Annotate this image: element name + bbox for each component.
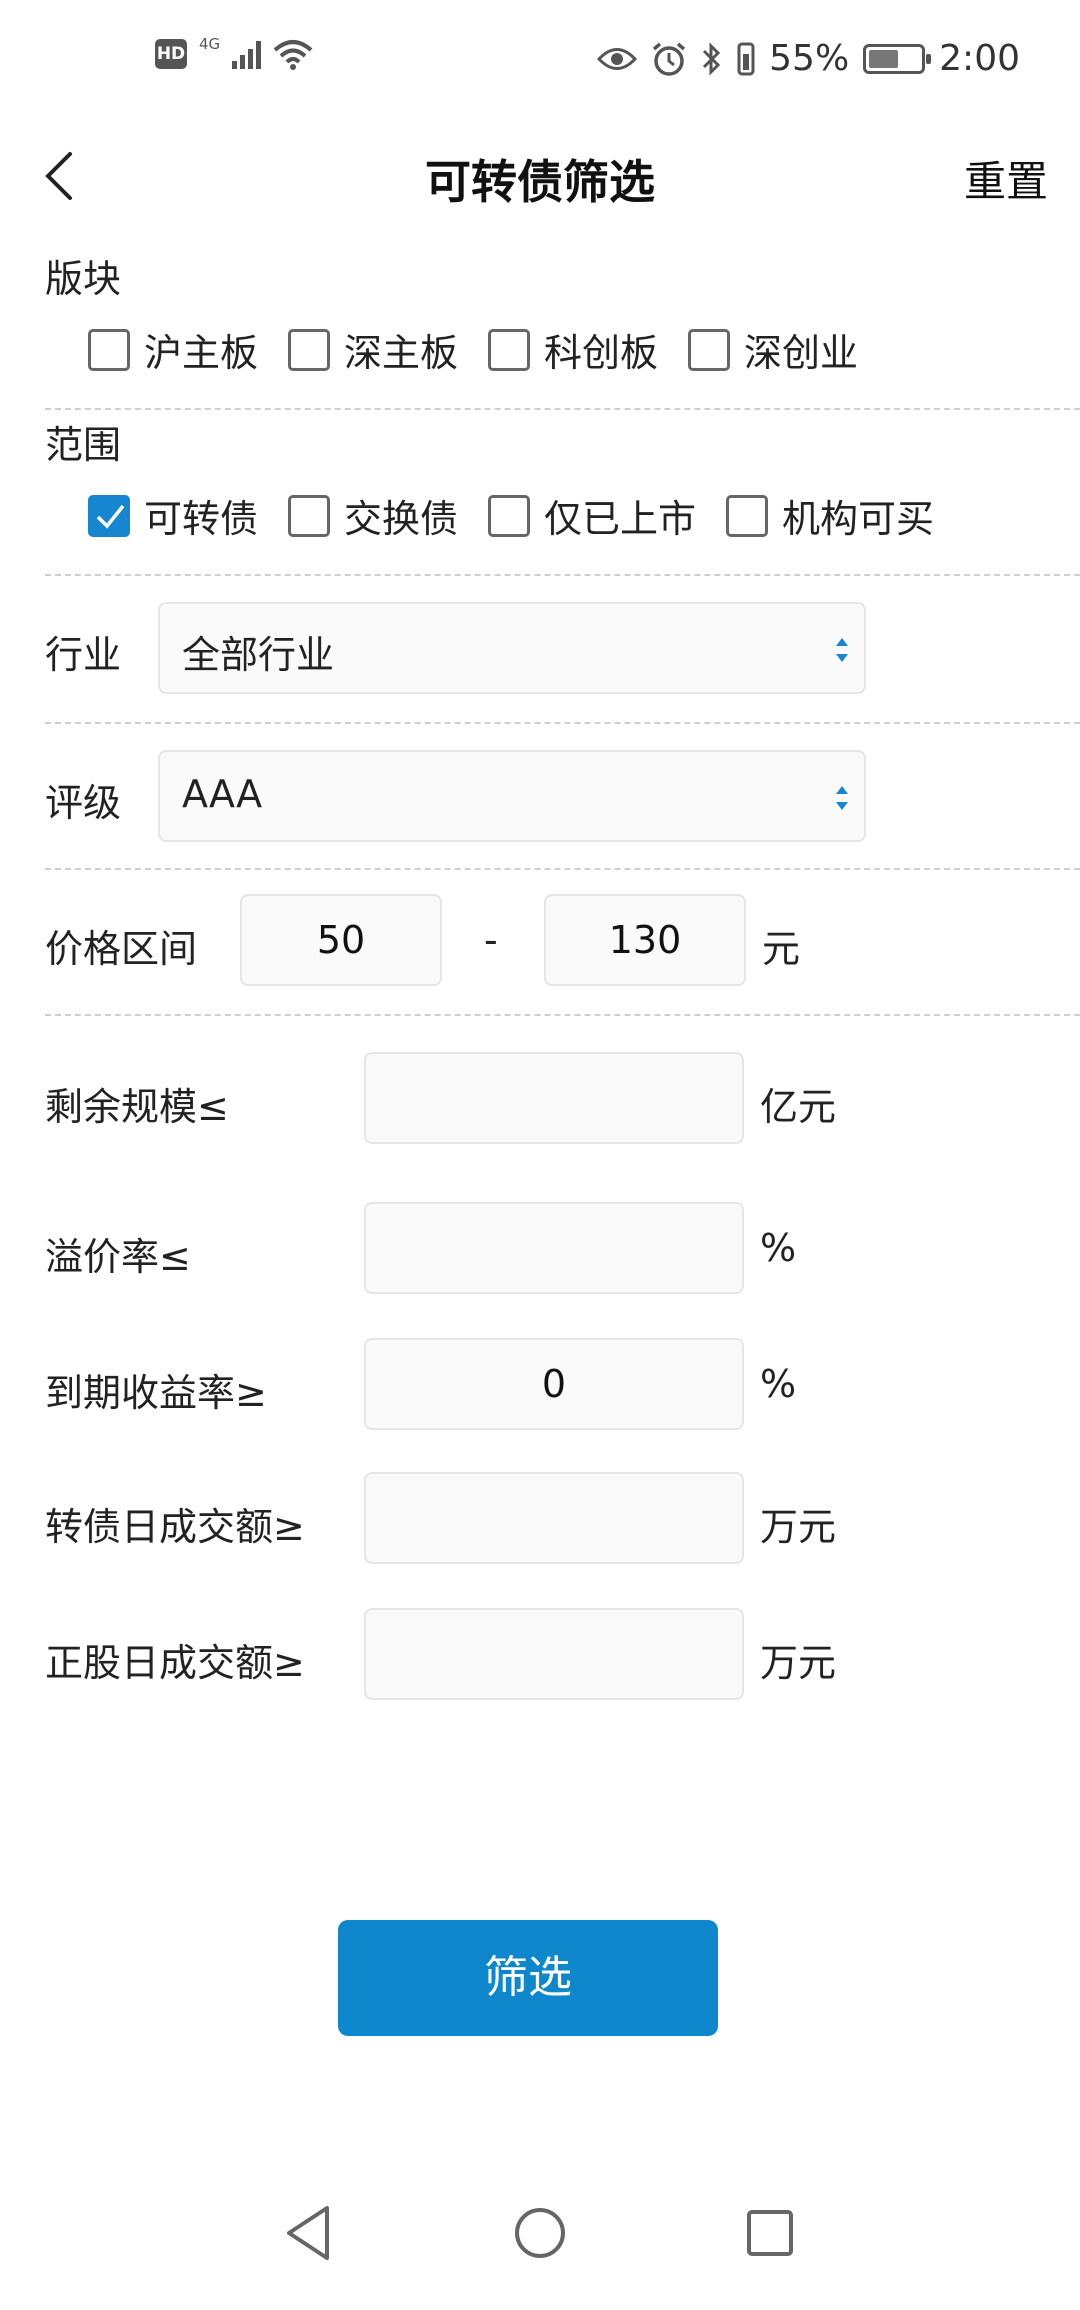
industry-select[interactable]: 全部行业 [158, 602, 866, 694]
sector-options: 沪主板 深主板 科创板 深创业 [88, 322, 858, 377]
option-label: 深创业 [744, 331, 859, 375]
battery-icon [863, 43, 932, 74]
option-label: 可转债 [144, 497, 259, 541]
scope-option-listed-only[interactable]: 仅已上市 [488, 488, 696, 543]
option-label: 科创板 [544, 331, 659, 375]
remaining-size-input[interactable] [364, 1052, 744, 1144]
bond-turnover-unit: 万元 [760, 1505, 837, 1549]
price-range-label: 价格区间 [45, 927, 198, 971]
checkbox-checked[interactable] [88, 494, 130, 537]
ytm-unit: % [760, 1362, 797, 1406]
premium-rate-label: 溢价率≤ [45, 1235, 191, 1279]
nav-back-icon[interactable] [275, 2198, 345, 2268]
divider [45, 722, 1080, 724]
alarm-icon [653, 42, 686, 76]
hd-icon: HD [155, 39, 187, 69]
scope-title: 范围 [45, 423, 122, 467]
vibrate-icon [737, 42, 755, 75]
ytm-label: 到期收益率≥ [45, 1371, 267, 1415]
price-max-input[interactable]: 130 [544, 894, 746, 986]
option-label: 深主板 [344, 331, 459, 375]
bluetooth-icon [703, 41, 721, 76]
premium-rate-input[interactable] [364, 1202, 744, 1294]
premium-rate-unit: % [760, 1226, 797, 1270]
filter-button[interactable]: 筛选 [338, 1920, 718, 2036]
status-left: HD 4G [155, 35, 313, 70]
signal-icon [232, 39, 262, 69]
status-right: 55% 2:00 [597, 38, 1020, 79]
sector-option-sz-main[interactable]: 深主板 [288, 322, 458, 377]
clock: 2:00 [939, 38, 1020, 79]
price-min-input[interactable]: 50 [240, 894, 442, 986]
remaining-size-label: 剩余规模≤ [45, 1085, 229, 1129]
checkbox[interactable] [488, 494, 531, 537]
network-type: 4G [199, 35, 221, 53]
sector-option-sh-main[interactable]: 沪主板 [88, 322, 258, 377]
page-title: 可转债筛选 [425, 155, 655, 209]
divider [45, 868, 1080, 870]
select-arrows-icon [836, 638, 848, 662]
price-separator: - [484, 918, 498, 962]
sector-title: 版块 [45, 257, 122, 301]
select-arrows-icon [836, 786, 848, 810]
status-bar: HD 4G 55% 2:00 [0, 0, 1080, 126]
option-label: 仅已上市 [544, 497, 697, 541]
option-label: 交换债 [344, 497, 459, 541]
stock-turnover-unit: 万元 [760, 1641, 837, 1685]
rating-label: 评级 [45, 781, 122, 825]
battery-percent: 55% [769, 38, 850, 79]
header: 可转债筛选 重置 [0, 126, 1080, 226]
nav-recents-icon[interactable] [735, 2198, 805, 2268]
checkbox[interactable] [488, 328, 531, 371]
stock-turnover-input[interactable] [364, 1608, 744, 1700]
price-unit: 元 [762, 927, 801, 971]
scope-option-exchangeable[interactable]: 交换债 [288, 488, 458, 543]
stock-turnover-label: 正股日成交额≥ [45, 1641, 305, 1685]
rating-select[interactable]: AAA [158, 750, 866, 842]
system-nav-bar [0, 2150, 1080, 2310]
checkbox[interactable] [726, 494, 769, 537]
sector-option-chinext[interactable]: 深创业 [688, 322, 858, 377]
option-label: 沪主板 [144, 331, 259, 375]
checkbox[interactable] [688, 328, 731, 371]
option-label: 机构可买 [782, 497, 935, 541]
checkbox[interactable] [288, 328, 331, 371]
wifi-icon [273, 40, 313, 70]
divider [45, 574, 1080, 576]
divider [45, 1014, 1080, 1016]
sector-option-star[interactable]: 科创板 [488, 322, 658, 377]
industry-value: 全部行业 [182, 633, 335, 677]
bond-turnover-label: 转债日成交额≥ [45, 1505, 305, 1549]
reset-button[interactable]: 重置 [964, 148, 1048, 209]
checkbox[interactable] [288, 494, 331, 537]
scope-option-convertible[interactable]: 可转债 [88, 488, 258, 543]
check-icon [96, 504, 125, 529]
industry-label: 行业 [45, 633, 122, 677]
scope-option-institutional[interactable]: 机构可买 [726, 488, 934, 543]
rating-value: AAA [182, 772, 263, 816]
checkbox[interactable] [88, 328, 130, 371]
scope-options: 可转债 交换债 仅已上市 机构可买 [88, 488, 934, 543]
eye-icon [597, 47, 638, 70]
nav-home-icon[interactable] [505, 2198, 575, 2268]
remaining-size-unit: 亿元 [760, 1085, 837, 1129]
bond-turnover-input[interactable] [364, 1472, 744, 1564]
divider [45, 408, 1080, 410]
ytm-input[interactable]: 0 [364, 1338, 744, 1430]
